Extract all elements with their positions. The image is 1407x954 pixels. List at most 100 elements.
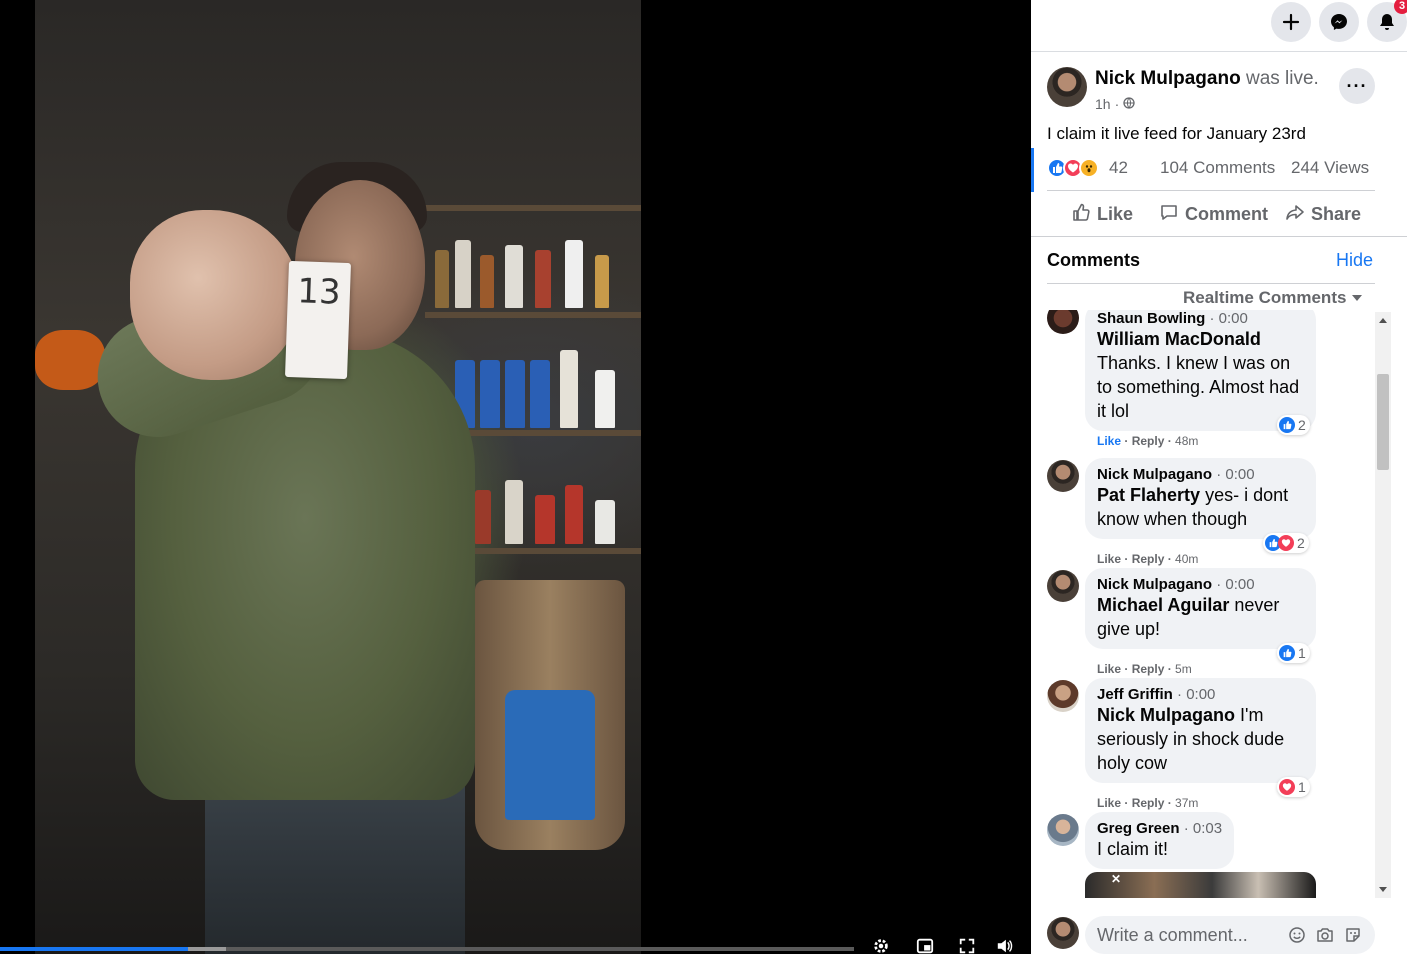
like-button[interactable]: Like [1071, 202, 1133, 226]
post-author-name[interactable]: Nick Mulpagano [1095, 68, 1241, 89]
comment-author[interactable]: Nick Mulpagano [1097, 466, 1212, 483]
commenter-avatar[interactable] [1047, 570, 1079, 602]
comment-reaction-count: 1 [1298, 645, 1306, 661]
video-player[interactable]: 13 [0, 0, 1031, 954]
love-reaction-icon [1279, 779, 1295, 795]
bottle [505, 360, 525, 428]
scrollbar[interactable] [1375, 312, 1391, 898]
comment-composer[interactable] [1085, 916, 1375, 954]
comment-item: Nick Mulpagano · 0:00 Michael Aguilar ne… [1031, 568, 1375, 676]
love-reaction-icon [1278, 535, 1294, 551]
comment-count-link[interactable]: 104 Comments [1160, 158, 1275, 178]
video-timestamp[interactable]: 0:00 [1225, 466, 1254, 483]
video-timestamp[interactable]: 0:00 [1225, 576, 1254, 593]
scroll-down-icon[interactable] [1379, 887, 1387, 892]
comment-reactions[interactable]: 2 [1263, 533, 1309, 553]
fullscreen-icon[interactable] [956, 938, 978, 954]
current-user-avatar[interactable] [1047, 917, 1079, 949]
like-label: Like [1097, 203, 1134, 224]
comment-reactions[interactable]: 2 [1277, 415, 1310, 435]
comments-list[interactable]: Shaun Bowling · 0:00 William MacDonald T… [1031, 310, 1375, 898]
comment-like-button[interactable]: Like [1097, 796, 1121, 810]
author-avatar[interactable] [1047, 67, 1087, 107]
comment-like-button[interactable]: Like [1097, 552, 1121, 566]
comment-author[interactable]: Nick Mulpagano [1097, 576, 1212, 593]
bottle [560, 350, 578, 428]
comment-item: Shaun Bowling · 0:00 William MacDonald T… [1031, 310, 1375, 452]
commenter-avatar[interactable] [1047, 310, 1079, 334]
commenter-avatar[interactable] [1047, 814, 1079, 846]
bottle [535, 250, 551, 308]
comment-input[interactable] [1097, 924, 1279, 946]
caret-down-icon [1352, 295, 1363, 301]
comment-author[interactable]: Jeff Griffin [1097, 686, 1173, 703]
plus-icon[interactable] [1271, 2, 1311, 42]
accent-bar [1031, 148, 1034, 192]
dustpan [505, 690, 595, 820]
hide-comments-link[interactable]: Hide [1336, 250, 1373, 271]
mention-link[interactable]: Michael Aguilar [1097, 595, 1229, 615]
share-icon [1285, 202, 1305, 227]
volume-icon[interactable] [994, 938, 1016, 954]
thumbs-up-icon [1071, 202, 1091, 227]
share-button[interactable]: Share [1285, 202, 1361, 226]
comment-author-line: Jeff Griffin · 0:00 [1097, 686, 1304, 703]
comment-button[interactable]: Comment [1159, 202, 1268, 226]
comment-body: Pat Flaherty yes- i dont know when thoug… [1097, 483, 1304, 531]
comment-reply-button[interactable]: Reply [1132, 434, 1165, 448]
settings-icon[interactable] [870, 938, 892, 954]
sticker-icon[interactable] [1343, 925, 1363, 945]
video-timestamp[interactable]: 0:00 [1186, 686, 1215, 703]
picture-in-picture-icon[interactable] [914, 938, 936, 954]
comment-reaction-count: 1 [1298, 779, 1306, 795]
bottle [475, 490, 491, 544]
like-reaction-icon [1279, 645, 1295, 661]
reaction-summary[interactable]: 42 [1047, 158, 1128, 178]
close-icon[interactable]: ✕ [1111, 872, 1121, 886]
comment-sort-dropdown[interactable]: Realtime Comments [1183, 288, 1363, 308]
scrollbar-thumb[interactable] [1377, 374, 1389, 470]
more-options-button[interactable]: ··· [1339, 68, 1375, 104]
notification-badge: 3 [1394, 0, 1407, 14]
comment-author-line: Greg Green · 0:03 [1097, 820, 1222, 837]
mention-link[interactable]: William MacDonald [1097, 329, 1261, 349]
post-time-text[interactable]: 1h [1095, 96, 1111, 112]
comment-author[interactable]: Shaun Bowling [1097, 310, 1205, 327]
like-reaction-icon [1279, 417, 1295, 433]
comment-bubble: Shaun Bowling · 0:00 William MacDonald T… [1085, 310, 1316, 431]
comment-reaction-count: 2 [1298, 417, 1306, 433]
mention-link[interactable]: Pat Flaherty [1097, 485, 1200, 505]
comment-reply-button[interactable]: Reply [1132, 662, 1165, 676]
comment-item: Greg Green · 0:03 I claim it! [1031, 812, 1375, 874]
comment-age[interactable]: 40m [1175, 552, 1198, 566]
commenter-avatar[interactable] [1047, 460, 1079, 492]
scroll-up-icon[interactable] [1379, 318, 1387, 323]
comment-author[interactable]: Greg Green [1097, 820, 1180, 837]
commenter-avatar[interactable] [1047, 680, 1079, 712]
comment-reactions[interactable]: 1 [1277, 777, 1310, 797]
comment-bubble: Jeff Griffin · 0:00 Nick Mulpagano I'm s… [1085, 678, 1316, 783]
emoji-icon[interactable] [1287, 925, 1307, 945]
comment-timestamp-line: · 0:00 [1177, 686, 1216, 703]
comment-reply-button[interactable]: Reply [1132, 552, 1165, 566]
video-played-bar [0, 947, 188, 951]
video-timestamp[interactable]: 0:00 [1219, 310, 1248, 327]
comment-like-button[interactable]: Like [1097, 662, 1121, 676]
mention-link[interactable]: Nick Mulpagano [1097, 705, 1235, 725]
bottle [535, 495, 555, 544]
comment-age[interactable]: 48m [1175, 434, 1198, 448]
video-progress-bar[interactable] [0, 947, 854, 951]
video-frame[interactable]: 13 [35, 0, 641, 954]
comment-age[interactable]: 5m [1175, 662, 1192, 676]
comment-like-button[interactable]: Like [1097, 434, 1121, 448]
comment-age[interactable]: 37m [1175, 796, 1198, 810]
comment-reactions[interactable]: 1 [1277, 643, 1310, 663]
bottle [455, 240, 471, 308]
video-timestamp[interactable]: 0:03 [1193, 820, 1222, 837]
gif-attachment[interactable]: ✕ [1085, 872, 1316, 898]
messenger-icon[interactable] [1319, 2, 1359, 42]
post-author[interactable]: Nick Mulpagano was live. [1095, 68, 1319, 90]
camera-icon[interactable] [1315, 925, 1335, 945]
comment-actions: Like · Reply · 48m [1097, 434, 1199, 448]
comment-reply-button[interactable]: Reply [1132, 796, 1165, 810]
